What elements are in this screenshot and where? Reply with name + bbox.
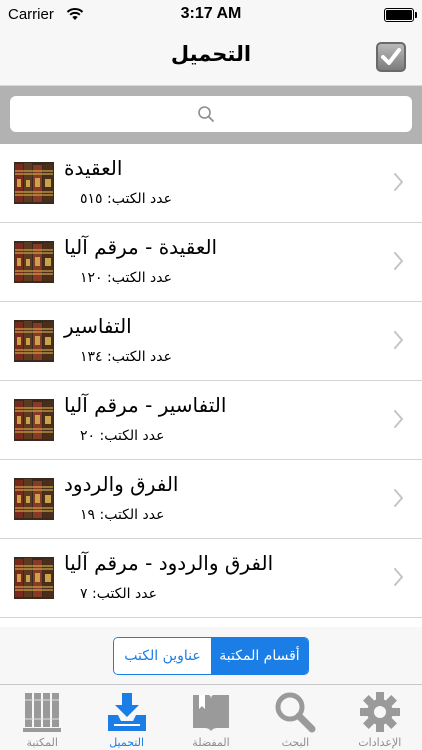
list-item-count: عدد الكتب: ٢٠	[80, 428, 165, 444]
magnifier-icon	[274, 691, 316, 737]
list-item[interactable]: الفرق والردود عدد الكتب: ١٩	[0, 460, 422, 539]
list-item-title: التفاسير	[64, 314, 132, 338]
list-item-count: عدد الكتب: ٥١٥	[80, 191, 172, 207]
list-item[interactable]: العقيدة عدد الكتب: ٥١٥	[0, 144, 422, 223]
checkbox-checked-icon[interactable]	[376, 42, 406, 72]
chevron-right-icon	[394, 489, 404, 511]
page-title: التحميل	[170, 42, 252, 66]
segment-library-sections[interactable]: أقسام المكتبة	[211, 638, 308, 674]
tab-search[interactable]: البحث	[253, 685, 337, 750]
segment-book-titles[interactable]: عناوين الكتب	[114, 638, 211, 674]
chevron-right-icon	[394, 410, 404, 432]
list-item-title: العقيدة	[64, 156, 123, 180]
chevron-right-icon	[394, 568, 404, 590]
list-item-count: عدد الكتب: ١٢٠	[80, 270, 172, 286]
list-item[interactable]: التفاسير عدد الكتب: ١٣٤	[0, 302, 422, 381]
tab-bar: المكتبة التحميل المفضلة البحث الإعدادات	[0, 684, 422, 750]
books-thumbnail-icon	[14, 241, 54, 283]
tab-library[interactable]: المكتبة	[0, 685, 84, 750]
books-thumbnail-icon	[14, 320, 54, 362]
tab-settings[interactable]: الإعدادات	[338, 685, 422, 750]
list-item-title: التفاسير - مرقم آليا	[64, 393, 227, 417]
download-tray-icon	[106, 691, 148, 737]
books-thumbnail-icon	[14, 557, 54, 599]
list-item-count: عدد الكتب: ٧	[80, 586, 157, 602]
clock: 3:17 AM	[180, 5, 242, 22]
navigation-bar: التحميل	[0, 30, 422, 86]
tab-label: المفضلة	[192, 736, 230, 749]
search-bar	[0, 86, 422, 144]
segment-area: عناوين الكتب أقسام المكتبة	[0, 627, 422, 684]
list-item-title: الفرق والردود	[64, 472, 179, 496]
list-item-title: العقيدة - مرقم آليا	[64, 235, 218, 259]
list-item[interactable]: العقيدة - مرقم آليا عدد الكتب: ١٢٠	[0, 223, 422, 302]
books-thumbnail-icon	[14, 162, 54, 204]
books-thumbnail-icon	[14, 399, 54, 441]
gear-icon	[359, 691, 401, 737]
chevron-right-icon	[394, 252, 404, 274]
battery-icon	[384, 8, 417, 22]
list-item[interactable]: التفاسير - مرقم آليا عدد الكتب: ٢٠	[0, 381, 422, 460]
books-thumbnail-icon	[14, 478, 54, 520]
segmented-control: عناوين الكتب أقسام المكتبة	[113, 637, 309, 675]
tab-download[interactable]: التحميل	[84, 685, 168, 750]
tab-label: المكتبة	[26, 736, 58, 749]
list-item[interactable]: الفرق والردود - مرقم آليا عدد الكتب: ٧	[0, 539, 422, 618]
category-list: العقيدة عدد الكتب: ٥١٥ العقيدة - مرقم آل…	[0, 144, 422, 618]
list-item-count: عدد الكتب: ١٣٤	[80, 349, 172, 365]
status-bar: Carrier 3:17 AM	[0, 0, 422, 30]
books-icon	[22, 691, 62, 737]
bookmark-book-icon	[191, 691, 231, 737]
search-icon	[197, 105, 215, 127]
list-item-count: عدد الكتب: ١٩	[80, 507, 165, 523]
chevron-right-icon	[394, 173, 404, 195]
tab-label: التحميل	[109, 736, 145, 749]
tab-label: البحث	[281, 736, 310, 749]
list-item-title: الفرق والردود - مرقم آليا	[64, 551, 274, 575]
search-input[interactable]	[10, 96, 412, 132]
tab-favorites[interactable]: المفضلة	[169, 685, 253, 750]
chevron-right-icon	[394, 331, 404, 353]
tab-label: الإعدادات	[358, 736, 402, 749]
